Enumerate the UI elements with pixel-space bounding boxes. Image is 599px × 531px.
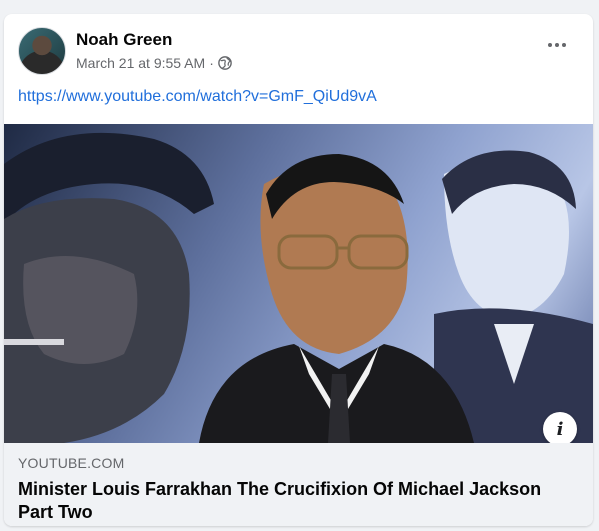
post-meta: March 21 at 9:55 AM · bbox=[76, 55, 232, 71]
more-dot bbox=[562, 43, 566, 47]
more-dot bbox=[555, 43, 559, 47]
link-preview-footer[interactable]: YOUTUBE.COM Minister Louis Farrakhan The… bbox=[4, 443, 593, 526]
more-horizontal-icon bbox=[548, 43, 552, 47]
info-icon: i bbox=[556, 418, 564, 440]
more-options-button[interactable] bbox=[539, 33, 575, 57]
globe-icon bbox=[218, 56, 232, 70]
preview-title[interactable]: Minister Louis Farrakhan The Crucifixion… bbox=[18, 478, 558, 524]
post-link[interactable]: https://www.youtube.com/watch?v=GmF_QiUd… bbox=[18, 88, 377, 106]
thumbnail-image bbox=[4, 132, 593, 443]
info-button[interactable]: i bbox=[543, 412, 577, 446]
avatar[interactable] bbox=[18, 27, 66, 75]
post-card: Noah Green March 21 at 9:55 AM · https:/… bbox=[4, 14, 593, 526]
preview-domain: YOUTUBE.COM bbox=[18, 455, 125, 471]
post-header: Noah Green March 21 at 9:55 AM · bbox=[18, 27, 579, 77]
meta-separator: · bbox=[209, 55, 214, 71]
video-thumbnail[interactable] bbox=[4, 124, 593, 443]
post-timestamp[interactable]: March 21 at 9:55 AM bbox=[76, 55, 205, 71]
author-name[interactable]: Noah Green bbox=[76, 30, 172, 50]
